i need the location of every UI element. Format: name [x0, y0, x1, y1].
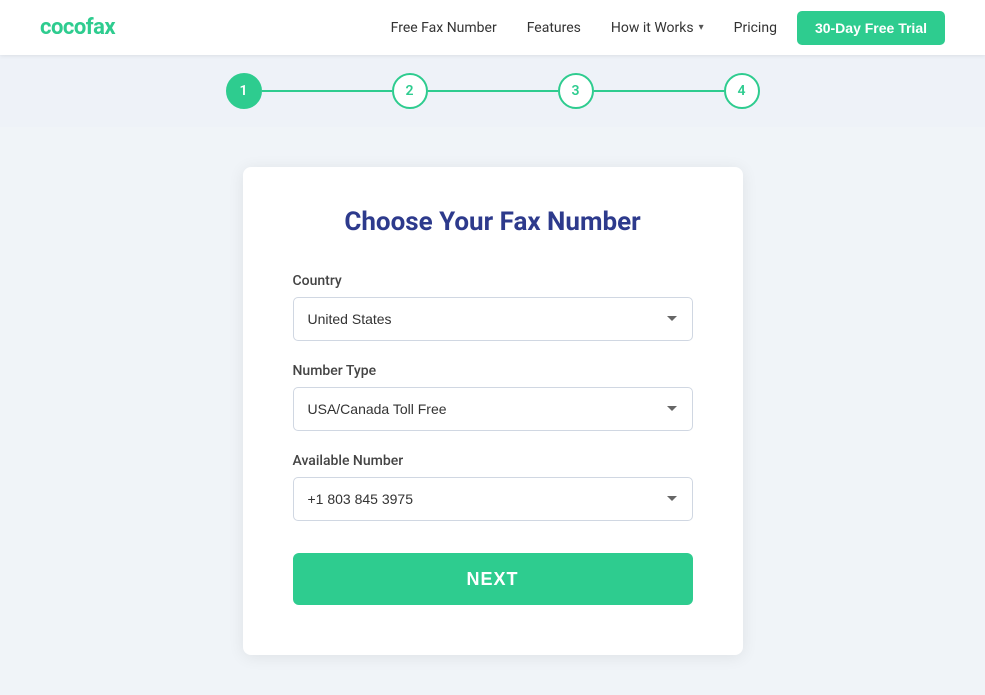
number-type-group: Number Type USA/Canada Toll Free Local I… — [293, 363, 693, 431]
country-select[interactable]: United States Canada United Kingdom Aust… — [293, 297, 693, 341]
stepper: 1 2 3 4 — [226, 73, 760, 109]
step-1: 1 — [226, 73, 262, 109]
step-line-3 — [594, 90, 724, 92]
step-line-1 — [262, 90, 392, 92]
nav-how-it-works[interactable]: How it Works ▾ — [611, 20, 704, 36]
form-card: Choose Your Fax Number Country United St… — [243, 167, 743, 655]
logo: cocofax — [40, 15, 115, 40]
nav-links: Free Fax Number Features How it Works ▾ … — [391, 20, 777, 36]
next-button[interactable]: NEXT — [293, 553, 693, 605]
step-3: 3 — [558, 73, 594, 109]
number-type-select[interactable]: USA/Canada Toll Free Local International — [293, 387, 693, 431]
step-line-2 — [428, 90, 558, 92]
chevron-down-icon: ▾ — [699, 22, 704, 33]
nav-features[interactable]: Features — [527, 20, 581, 36]
nav-free-fax-number[interactable]: Free Fax Number — [391, 20, 497, 36]
nav-pricing[interactable]: Pricing — [734, 20, 777, 36]
country-label: Country — [293, 273, 693, 289]
number-type-label: Number Type — [293, 363, 693, 379]
country-group: Country United States Canada United King… — [293, 273, 693, 341]
available-number-label: Available Number — [293, 453, 693, 469]
card-title: Choose Your Fax Number — [293, 207, 693, 237]
step-4: 4 — [724, 73, 760, 109]
stepper-bar: 1 2 3 4 — [0, 55, 985, 127]
main-content: Choose Your Fax Number Country United St… — [0, 127, 985, 695]
available-number-group: Available Number +1 803 845 3975 +1 803 … — [293, 453, 693, 521]
trial-button[interactable]: 30-Day Free Trial — [797, 11, 945, 45]
navbar: cocofax Free Fax Number Features How it … — [0, 0, 985, 55]
available-number-select[interactable]: +1 803 845 3975 +1 803 845 3976 +1 803 8… — [293, 477, 693, 521]
step-2: 2 — [392, 73, 428, 109]
